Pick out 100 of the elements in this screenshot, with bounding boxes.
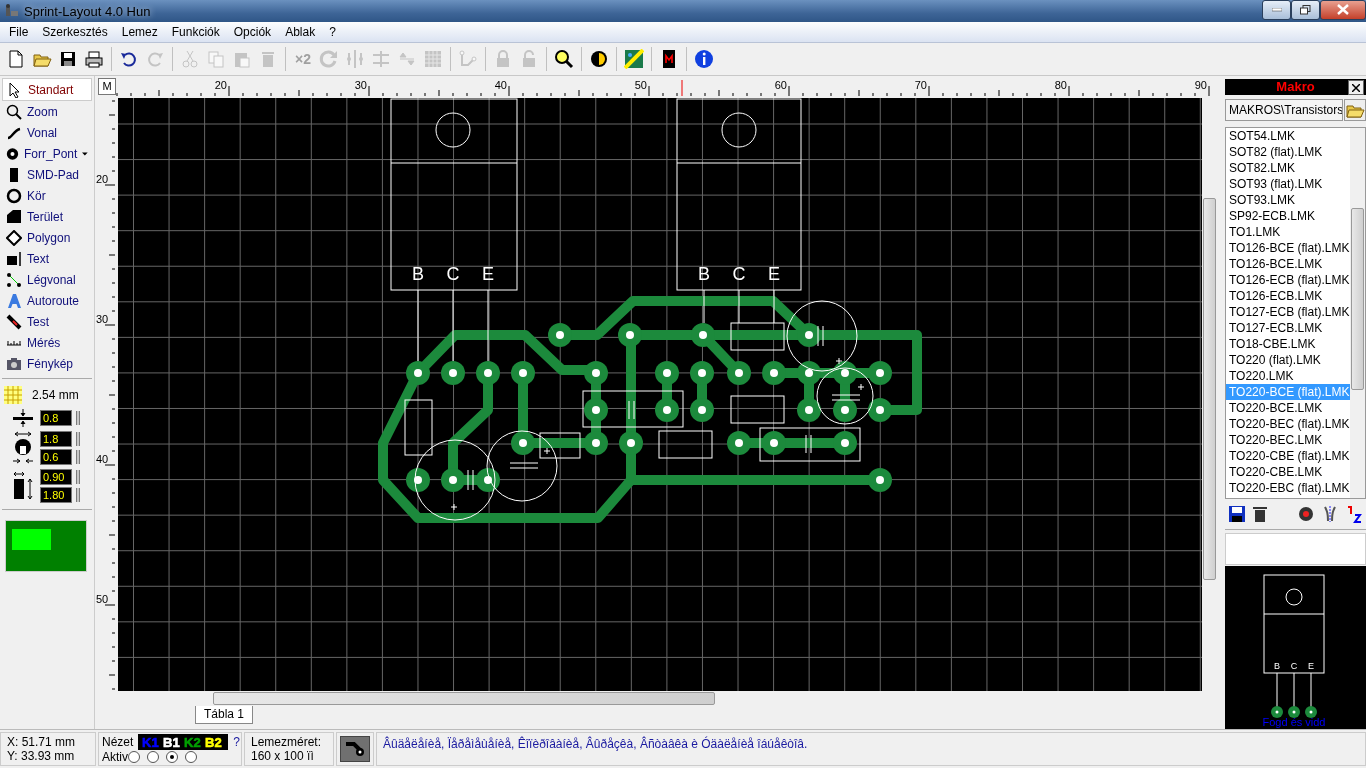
sheet-tab[interactable]: Tábla 1: [195, 706, 254, 724]
spinner-icon[interactable]: [76, 432, 80, 446]
ruler-label: 50: [96, 593, 109, 605]
tool-button[interactable]: Vonal: [2, 122, 92, 143]
macro-list-item[interactable]: TO220-BEC.LMK: [1226, 431, 1350, 448]
delete-icon[interactable]: [1253, 506, 1267, 523]
ruler-label: 90: [1194, 79, 1207, 91]
macro-list-item[interactable]: SOT93 (flat).LMK: [1226, 175, 1350, 192]
layer-label[interactable]: B1: [163, 735, 180, 750]
track-tool-button[interactable]: [340, 736, 370, 762]
value-field[interactable]: 1.80: [40, 487, 72, 503]
macro-list-item[interactable]: TO220-EBC (flat).LMK: [1226, 479, 1350, 496]
value-field[interactable]: 0.8: [40, 410, 72, 426]
menu-item[interactable]: Szerkesztés: [35, 23, 115, 41]
tool-button[interactable]: Mérés: [2, 332, 92, 353]
layer-icon: [589, 49, 609, 69]
macro-list-item[interactable]: TO220.LMK: [1226, 367, 1350, 384]
pin-label: B: [698, 264, 710, 284]
macro-list-item[interactable]: TO127-ECB.LMK: [1226, 319, 1350, 336]
pin-label: B: [412, 264, 424, 284]
menu-item[interactable]: Ablak: [278, 23, 323, 41]
macro-list-item[interactable]: TO220-BCE.LMK: [1226, 399, 1350, 416]
minimize-button[interactable]: [1262, 0, 1291, 20]
menu-item[interactable]: Funkciók: [164, 23, 227, 41]
tool-button[interactable]: Forr_Pont: [2, 143, 92, 164]
macro-list-item[interactable]: TO220 (flat).LMK: [1226, 351, 1350, 368]
open-folder-button[interactable]: [1344, 98, 1366, 121]
menu-item[interactable]: ?: [322, 23, 343, 41]
app-icon: [4, 3, 20, 19]
save-icon[interactable]: [1229, 506, 1245, 523]
macro-list-item[interactable]: SOT82.LMK: [1226, 159, 1350, 176]
spinner-icon[interactable]: [76, 450, 80, 464]
save-icon: [58, 49, 78, 69]
tool-button[interactable]: Zoom: [2, 101, 92, 122]
tool-button[interactable]: Standart: [2, 78, 92, 101]
tool-button[interactable]: SMD-Pad: [2, 164, 92, 185]
close-button[interactable]: [1320, 0, 1366, 20]
macro-list-item[interactable]: SOT82 (flat).LMK: [1226, 143, 1350, 160]
view-label: Nézet: [102, 735, 134, 749]
radio-button[interactable]: [128, 751, 140, 763]
restore-button[interactable]: [1291, 0, 1320, 20]
radio-button[interactable]: [166, 751, 178, 763]
grid-icon: [4, 386, 22, 404]
macro-list-item[interactable]: TO18-CBE.LMK: [1226, 335, 1350, 352]
tool-button[interactable]: Légvonal: [2, 269, 92, 290]
text-icon: [6, 250, 22, 267]
macro-list-item[interactable]: TO1.LMK: [1226, 223, 1350, 240]
tool-button[interactable]: Autoroute: [2, 290, 92, 311]
macro-list-item[interactable]: TO127-ECB (flat).LMK: [1226, 303, 1350, 320]
macro-list-item[interactable]: TO220-CBE.LMK: [1226, 463, 1350, 480]
grid-size: 2.54 mm: [32, 388, 79, 402]
tool-button[interactable]: Polygon: [2, 227, 92, 248]
spinner-icon[interactable]: [76, 470, 80, 484]
ruler-label: 60: [774, 79, 787, 91]
spinner-icon[interactable]: [76, 411, 80, 425]
macro-list-item[interactable]: TO220-CBE (flat).LMK: [1226, 447, 1350, 464]
layer-selector[interactable]: K1 B1 K2 B2: [138, 734, 229, 750]
tool-button[interactable]: Test: [2, 311, 92, 332]
radio-button[interactable]: [185, 751, 197, 763]
ruler-label: 30: [354, 79, 367, 91]
value-field[interactable]: 0.90: [40, 469, 72, 485]
dropdown-arrow-icon[interactable]: [82, 151, 88, 156]
folder-dropdown[interactable]: MAKROS\Transistors: [1225, 98, 1343, 121]
tool-button[interactable]: Text: [2, 248, 92, 269]
menu-item[interactable]: Lemez: [114, 23, 165, 41]
swap-numbers-icon[interactable]: [1346, 505, 1362, 524]
tool-button[interactable]: Fénykép: [2, 353, 92, 374]
close-button[interactable]: [1348, 80, 1364, 95]
units-button[interactable]: M: [98, 78, 116, 95]
spinner-icon[interactable]: [76, 488, 80, 502]
value-field[interactable]: 0.6: [40, 449, 72, 465]
board-size: 160 x 100 ïì: [251, 749, 315, 763]
menu-item[interactable]: Opciók: [226, 23, 279, 41]
split-lines-icon[interactable]: [1322, 506, 1338, 523]
track-width-icon: [12, 409, 34, 427]
macro-list-item[interactable]: SOT54.LMK: [1226, 127, 1350, 144]
cut-icon: [180, 49, 200, 69]
tool-button[interactable]: Kör: [2, 185, 92, 206]
copy-icon: [206, 49, 226, 69]
macro-list-item[interactable]: TO126-BCE (flat).LMK: [1226, 239, 1350, 256]
list-scrollbar[interactable]: [1350, 127, 1365, 499]
target-icon[interactable]: [1298, 506, 1314, 523]
macro-list-item[interactable]: TO126-ECB.LMK: [1226, 287, 1350, 304]
pin-label: E: [768, 264, 780, 284]
macro-list-item[interactable]: SOT93.LMK: [1226, 191, 1350, 208]
status-message: Âûäåëåíèå, Ïåðåìåùåíèå, Êîïèðîâàíèå, Âûðåçêà, Âñòàâêà è Óäàëåíèå îáúåêòîâ.: [383, 737, 809, 751]
active-label: Aktiv: [102, 750, 128, 764]
macro-list-item[interactable]: TO126-BCE.LMK: [1226, 255, 1350, 272]
macro-list-item[interactable]: TO220-BEC (flat).LMK: [1226, 415, 1350, 432]
tool-button[interactable]: Terület: [2, 206, 92, 227]
layer-label[interactable]: B2: [205, 735, 222, 750]
macro-list-item[interactable]: TO126-ECB (flat).LMK: [1226, 271, 1350, 288]
help-mark[interactable]: ?: [233, 735, 241, 749]
ruler-label: 20: [96, 173, 109, 185]
value-field[interactable]: 1.8: [40, 431, 72, 447]
layer-label[interactable]: K2: [184, 735, 201, 750]
menu-item[interactable]: File: [2, 23, 36, 41]
macro-list-item[interactable]: SP92-ECB.LMK: [1226, 207, 1350, 224]
cursor-x: X: 51.71 mm: [7, 735, 77, 749]
radio-button[interactable]: [147, 751, 159, 763]
